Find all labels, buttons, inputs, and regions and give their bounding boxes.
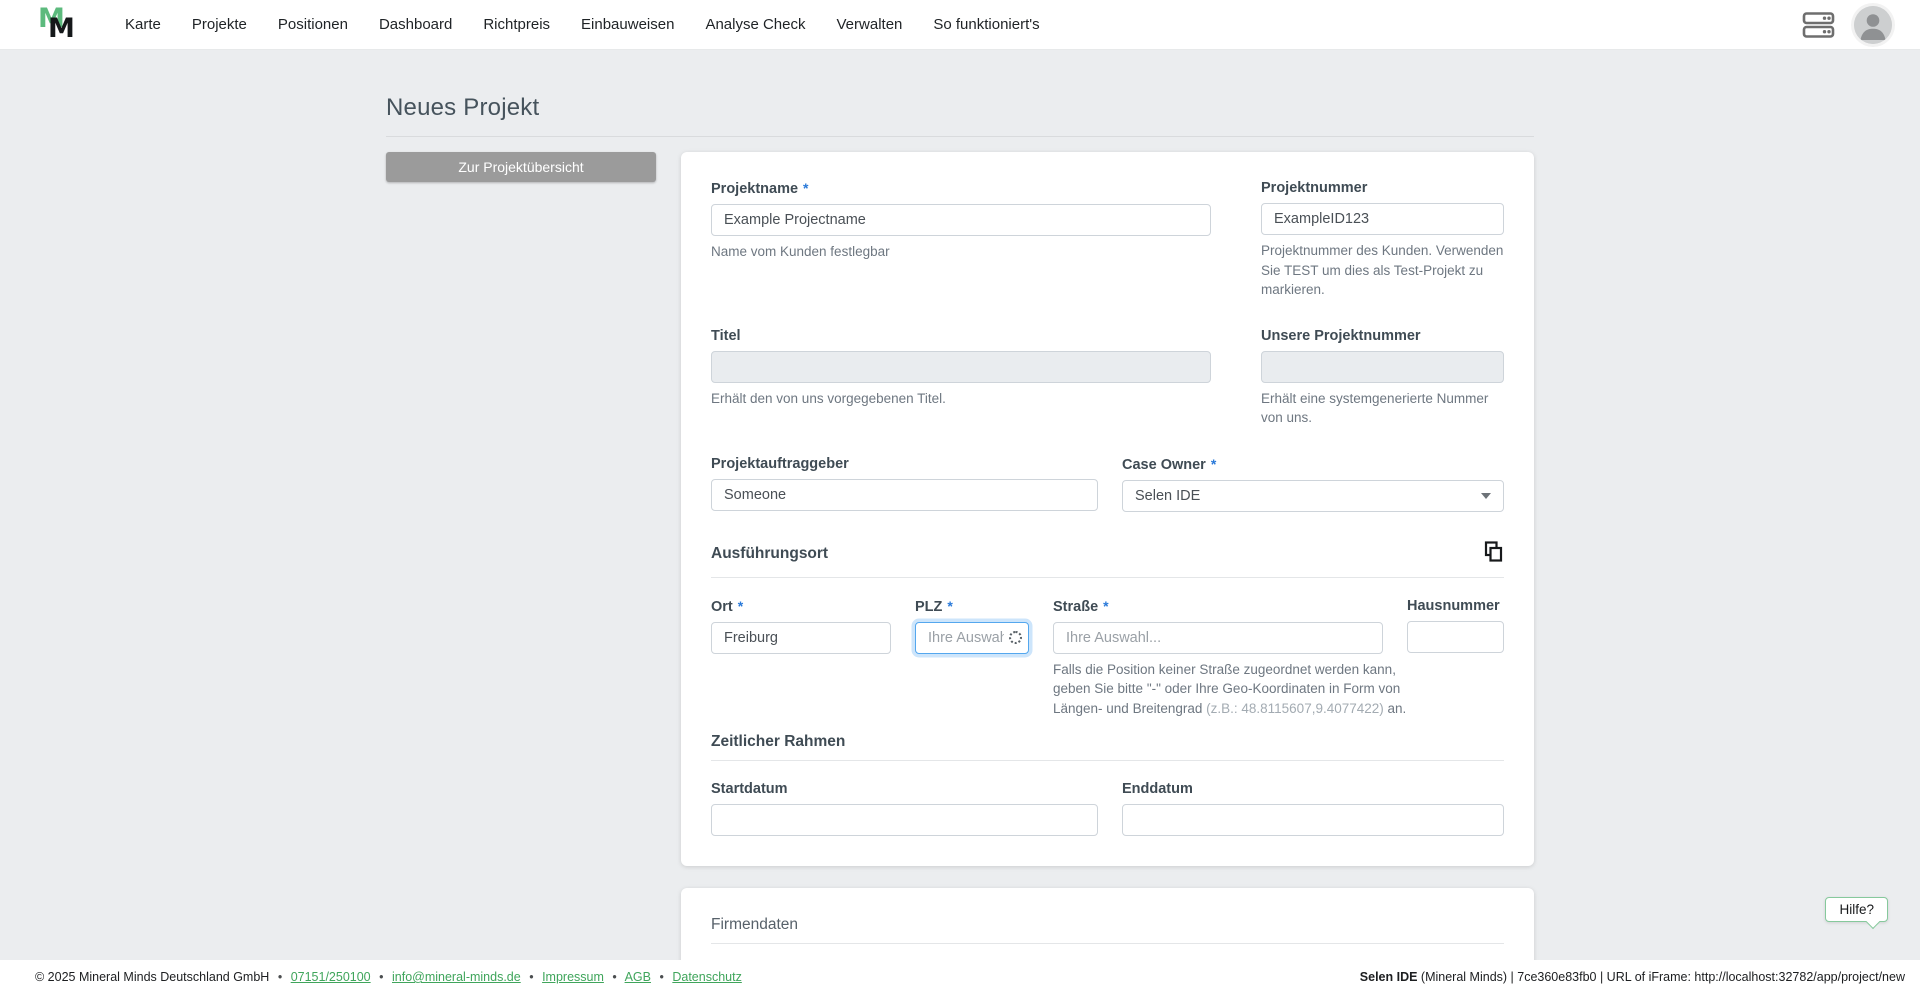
ort-input[interactable]: [711, 621, 891, 654]
titel-input: [711, 350, 1211, 383]
footer-left: © 2025 Mineral Minds Deutschland GmbH • …: [35, 970, 742, 984]
required-asterisk: *: [1103, 597, 1109, 614]
firmendaten-heading: Firmendaten: [711, 915, 799, 933]
projektname-input[interactable]: [711, 204, 1211, 236]
title-divider: [386, 136, 1534, 137]
case-owner-select[interactable]: Selen IDE: [1122, 479, 1504, 512]
footer-separator: •: [277, 970, 283, 984]
section-divider: [711, 942, 1504, 944]
projektname-helper: Name vom Kunden festlegbar: [711, 244, 890, 259]
projektnummer-input[interactable]: [1261, 203, 1504, 235]
unsere-projektnummer-helper: Erhält eine systemgenerierte Nummer von …: [1261, 390, 1489, 426]
firmendaten-card: Firmendaten: [681, 887, 1534, 960]
hausnummer-field: Hausnummer: [1407, 598, 1504, 719]
nav-item-einbauweisen[interactable]: Einbauweisen: [581, 16, 674, 33]
footer-user-name: Selen IDE: [1359, 970, 1418, 984]
strasse-helper-suffix: an.: [1383, 700, 1407, 716]
ausfuehrungsort-heading: Ausführungsort: [711, 544, 829, 562]
unsere-projektnummer-input: [1261, 350, 1504, 383]
logo-m-black-icon: M: [48, 12, 75, 44]
footer-session-info: Selen IDE (Mineral Minds) | 7ce360e83fb0…: [1360, 970, 1905, 984]
projektnummer-label: Projektnummer: [1261, 180, 1368, 196]
left-column: Zur Projektübersicht: [386, 152, 681, 182]
nav-item-analyse-check[interactable]: Analyse Check: [705, 16, 805, 33]
project-form-card: Projektname * Name vom Kunden festlegbar…: [681, 152, 1534, 866]
enddatum-field: Enddatum: [1122, 781, 1504, 836]
projektauftraggeber-field: Projektauftraggeber: [711, 456, 1098, 512]
plz-label: PLZ: [915, 598, 943, 615]
nav-item-projekte[interactable]: Projekte: [192, 16, 247, 33]
footer-session-details: (Mineral Minds) | 7ce360e83fb0 | URL of …: [1417, 970, 1905, 984]
projektname-label: Projektname: [711, 181, 799, 197]
footer-link-impressum[interactable]: Impressum: [542, 970, 604, 984]
footer-separator: •: [529, 970, 534, 984]
case-owner-label: Case Owner: [1122, 456, 1206, 473]
content-area: Neues Projekt Zur Projektübersicht Proje…: [0, 50, 1920, 960]
case-owner-selected-value: Selen IDE: [1135, 487, 1201, 504]
footer-link-datenschutz[interactable]: Datenschutz: [672, 970, 741, 984]
projektauftraggeber-input[interactable]: [711, 478, 1098, 511]
required-asterisk: *: [803, 180, 809, 196]
copyright-text: © 2025 Mineral Minds Deutschland GmbH: [35, 970, 270, 984]
main-nav: Karte Projekte Positionen Dashboard Rich…: [125, 16, 1040, 33]
server-icon[interactable]: [1802, 11, 1836, 39]
strasse-helper-example: (z.B.: 48.8115607,9.4077422): [1206, 700, 1384, 716]
startdatum-field: Startdatum: [711, 781, 1098, 836]
copy-icon[interactable]: [1483, 540, 1504, 568]
nav-item-dashboard[interactable]: Dashboard: [379, 16, 452, 33]
footer-separator: •: [612, 970, 617, 984]
strasse-input[interactable]: [1053, 621, 1383, 654]
startdatum-input[interactable]: [711, 803, 1098, 836]
navbar-right: [1802, 5, 1892, 44]
titel-helper: Erhält den von uns vorgegebenen Titel.: [711, 390, 946, 406]
footer-separator: •: [379, 970, 384, 984]
strasse-helper: Falls die Position keiner Straße zugeord…: [1053, 660, 1415, 719]
mineral-minds-logo[interactable]: M M: [35, 2, 81, 48]
case-owner-field: Case Owner * Selen IDE: [1122, 456, 1504, 512]
unsere-projektnummer-field: Unsere Projektnummer Erhält eine systemg…: [1261, 328, 1504, 428]
nav-item-verwalten[interactable]: Verwalten: [837, 16, 903, 33]
enddatum-label: Enddatum: [1122, 780, 1193, 797]
footer: © 2025 Mineral Minds Deutschland GmbH • …: [0, 960, 1920, 994]
hausnummer-input[interactable]: [1407, 620, 1504, 653]
nav-item-so-funktionierts[interactable]: So funktioniert's: [933, 16, 1039, 33]
help-button-label: Hilfe?: [1839, 902, 1874, 917]
footer-link-agb[interactable]: AGB: [625, 970, 651, 984]
titel-field: Titel Erhält den von uns vorgegebenen Ti…: [711, 328, 1211, 428]
nav-item-positionen[interactable]: Positionen: [278, 16, 348, 33]
projektnummer-field: Projektnummer Projektnummer des Kunden. …: [1261, 180, 1504, 300]
loading-spinner-icon: [1009, 630, 1022, 644]
ort-label: Ort: [711, 598, 733, 615]
zeitlicher-rahmen-heading: Zeitlicher Rahmen: [711, 732, 846, 750]
footer-separator: •: [659, 970, 664, 984]
hausnummer-label: Hausnummer: [1407, 597, 1500, 614]
titel-label: Titel: [711, 327, 741, 344]
chevron-down-icon: [1481, 492, 1491, 499]
back-to-projects-button[interactable]: Zur Projektübersicht: [386, 152, 656, 182]
user-avatar[interactable]: [1854, 5, 1892, 44]
footer-link-email[interactable]: info@mineral-minds.de: [392, 970, 521, 984]
page-title: Neues Projekt: [386, 94, 540, 121]
strasse-label: Straße: [1053, 598, 1099, 615]
required-asterisk: *: [947, 597, 953, 614]
enddatum-input[interactable]: [1122, 803, 1504, 836]
projektnummer-helper: Projektnummer des Kunden. Verwenden Sie …: [1261, 243, 1504, 298]
section-divider: [711, 576, 1504, 578]
help-button[interactable]: Hilfe?: [1825, 897, 1888, 930]
unsere-projektnummer-label: Unsere Projektnummer: [1261, 327, 1421, 344]
required-asterisk: *: [737, 597, 744, 614]
section-divider: [711, 759, 1504, 761]
plz-field: PLZ *: [915, 598, 1029, 719]
strasse-field: Straße * Falls die Position keiner Straß…: [1053, 597, 1406, 719]
projektauftraggeber-label: Projektauftraggeber: [711, 455, 849, 472]
nav-item-karte[interactable]: Karte: [125, 16, 161, 33]
startdatum-label: Startdatum: [711, 780, 788, 797]
app-root: M M Karte Projekte Positionen Dashboard …: [0, 0, 1920, 994]
required-asterisk: *: [1210, 455, 1217, 472]
footer-link-phone[interactable]: 07151/250100: [291, 970, 371, 984]
projektname-field: Projektname * Name vom Kunden festlegbar: [711, 180, 1211, 300]
top-navbar: M M Karte Projekte Positionen Dashboard …: [0, 0, 1920, 50]
ort-field: Ort *: [711, 598, 891, 719]
nav-item-richtpreis[interactable]: Richtpreis: [483, 16, 550, 33]
